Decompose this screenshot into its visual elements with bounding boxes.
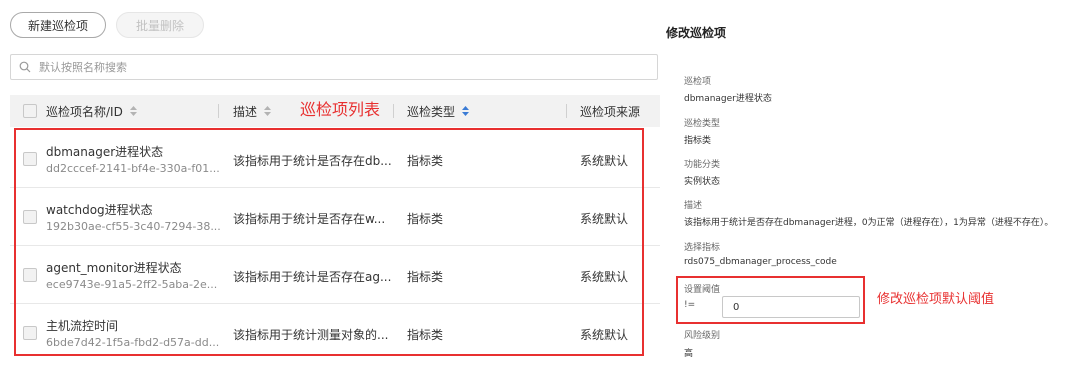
batch-delete-button[interactable]: 批量删除 [116,12,204,38]
column-header-name-label: 巡检项名称/ID [46,104,123,119]
search-icon [19,57,39,77]
list-annotation-label: 巡检项列表 [300,100,381,119]
category-label: 功能分类 [684,160,721,170]
select-all-checkbox[interactable] [23,104,37,118]
column-header-source-label: 巡检项来源 [580,104,641,119]
list-highlight-box [14,128,644,356]
description-label: 描述 [684,201,703,211]
metric-value: rds075_dbmanager_process_code [684,257,837,267]
column-header-description[interactable]: 描述 [233,95,272,127]
sort-active-icon[interactable] [461,105,470,117]
type-label: 巡检类型 [684,119,721,129]
column-header-name[interactable]: 巡检项名称/ID [46,95,138,127]
risk-label: 风险级别 [684,331,721,341]
category-value: 实例状态 [684,177,721,187]
column-header-type-label: 巡检类型 [407,104,456,119]
risk-value: 高 [684,349,694,359]
column-header-source[interactable]: 巡检项来源 [580,95,640,127]
column-separator [393,104,394,118]
threshold-operator: != [684,300,696,310]
item-label: 巡检项 [684,77,712,87]
threshold-input[interactable] [722,296,860,318]
column-separator [218,104,219,118]
threshold-label: 设置阈值 [684,285,721,295]
description-value: 该指标用于统计是否存在dbmanager进程，0为正常（进程存在），1为异常（进… [684,218,1054,228]
column-header-type[interactable]: 巡检类型 [407,95,470,127]
sort-icon[interactable] [129,105,138,117]
sort-icon[interactable] [263,105,272,117]
edit-panel-title: 修改巡检项 [666,26,727,40]
search-bar[interactable] [10,54,658,80]
column-separator [566,104,567,118]
search-input[interactable] [39,60,639,74]
new-inspection-item-button[interactable]: 新建巡检项 [10,12,106,38]
threshold-annotation-label: 修改巡检项默认阈值 [877,292,995,307]
item-value: dbmanager进程状态 [684,94,772,104]
column-header-description-label: 描述 [233,104,258,119]
type-value: 指标类 [684,136,712,146]
metric-label: 选择指标 [684,243,721,253]
